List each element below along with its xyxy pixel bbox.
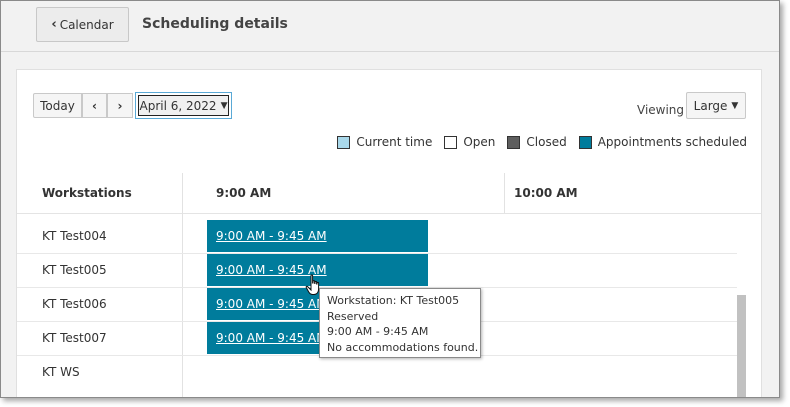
- legend-item-current-time: Current time: [337, 135, 432, 149]
- time-column-header: 10:00 AM: [514, 186, 578, 200]
- today-button-label: Today: [40, 98, 75, 113]
- back-button-label: Calendar: [59, 17, 114, 32]
- legend-swatch: [578, 135, 592, 149]
- appointment-block[interactable]: 9:00 AM - 9:45 AM: [207, 220, 428, 252]
- app-window: ‹ Calendar Scheduling details Today ‹ › …: [0, 0, 780, 398]
- chevron-right-icon: ›: [117, 98, 123, 113]
- workstation-name: KT Test006: [42, 297, 107, 311]
- date-select-value: April 6, 2022: [139, 98, 217, 113]
- back-to-calendar-button[interactable]: ‹ Calendar: [36, 7, 129, 42]
- workstation-name: KT WS: [42, 365, 80, 379]
- page-title: Scheduling details: [142, 16, 288, 32]
- legend-label: Current time: [356, 135, 433, 149]
- workstations-column-header: Workstations: [42, 186, 132, 200]
- workstation-name: KT Test005: [42, 263, 107, 277]
- appointment-link[interactable]: 9:00 AM - 9:45 AM: [216, 331, 327, 345]
- legend: Current time Open Closed Appointments sc…: [325, 135, 747, 149]
- vertical-scrollbar[interactable]: [737, 295, 746, 397]
- tooltip-time: 9:00 AM - 9:45 AM: [327, 325, 429, 338]
- chevron-left-icon: ‹: [51, 17, 57, 32]
- appointment-link[interactable]: 9:00 AM - 9:45 AM: [216, 229, 327, 243]
- legend-item-open: Open: [444, 135, 495, 149]
- legend-label: Appointments scheduled: [597, 135, 747, 149]
- column-divider: [504, 173, 505, 213]
- legend-item-appointments: Appointments scheduled: [578, 135, 747, 149]
- view-size-value: Large: [693, 98, 728, 113]
- legend-swatch: [337, 135, 351, 149]
- tooltip-status: Reserved: [327, 309, 379, 323]
- chevron-down-icon: ▼: [731, 100, 739, 111]
- tooltip-workstation: Workstation: KT Test005: [327, 294, 460, 307]
- chevron-down-icon: ▼: [220, 100, 228, 111]
- grid-header: Workstations 9:00 AM 10:00 AM: [17, 173, 761, 214]
- hand-pointer-cursor-icon: [305, 274, 320, 295]
- legend-label: Open: [463, 135, 496, 149]
- table-row: KT Test005 9:00 AM - 9:45 AM: [17, 253, 737, 288]
- time-column-header: 9:00 AM: [216, 186, 272, 200]
- table-row: KT WS: [17, 355, 737, 389]
- legend-swatch: [507, 135, 521, 149]
- tooltip-accommodations: No accommodations found.: [327, 340, 479, 354]
- view-size-select[interactable]: Large ▼: [686, 92, 746, 119]
- top-bar: ‹ Calendar Scheduling details: [1, 1, 779, 52]
- legend-label: Closed: [526, 135, 567, 149]
- date-select-focus-ring: April 6, 2022 ▼: [135, 92, 232, 119]
- workstation-name: KT Test004: [42, 229, 107, 243]
- appointment-link[interactable]: 9:00 AM - 9:45 AM: [216, 297, 327, 311]
- workstation-name: KT Test007: [42, 331, 107, 345]
- previous-day-button[interactable]: ‹: [82, 93, 107, 118]
- today-button[interactable]: Today: [33, 93, 82, 118]
- next-day-button[interactable]: ›: [107, 93, 133, 118]
- appointment-tooltip: Workstation: KT Test005 Reserved 9:00 AM…: [319, 288, 481, 358]
- viewing-label: Viewing: [637, 103, 685, 117]
- scheduling-panel: Today ‹ › April 6, 2022 ▼ Viewing Large …: [16, 69, 762, 397]
- date-select[interactable]: April 6, 2022 ▼: [138, 95, 229, 116]
- legend-item-closed: Closed: [507, 135, 567, 149]
- legend-swatch: [444, 135, 458, 149]
- table-row: KT Test004 9:00 AM - 9:45 AM: [17, 219, 737, 254]
- chevron-left-icon: ‹: [92, 98, 97, 113]
